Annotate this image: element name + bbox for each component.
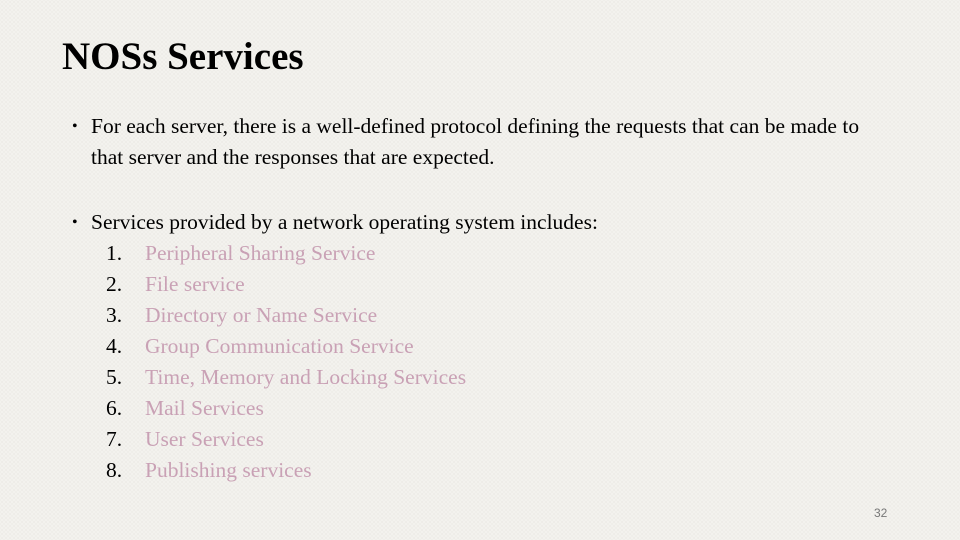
bullet-text: For each server, there is a well-defined…: [91, 114, 860, 169]
list-item: 6. Mail Services: [106, 393, 466, 424]
list-number: 8.: [106, 458, 123, 482]
list-item: 3. Directory or Name Service: [106, 300, 466, 331]
list-label: Mail Services: [145, 396, 264, 420]
list-item: 4. Group Communication Service: [106, 331, 466, 362]
list-label: File service: [145, 272, 245, 296]
slide-title: NOSs Services: [62, 35, 304, 78]
list-item: 2. File service: [106, 269, 466, 300]
list-item: 1. Peripheral Sharing Service: [106, 238, 466, 269]
bullet-marker: •: [72, 214, 78, 231]
bullet-marker: •: [72, 118, 78, 135]
list-number: 4.: [106, 334, 123, 358]
list-number: 1.: [106, 241, 123, 265]
list-label: Group Communication Service: [145, 334, 414, 358]
list-label: User Services: [145, 427, 264, 451]
list-number: 7.: [106, 427, 123, 451]
list-label: Time, Memory and Locking Services: [145, 365, 467, 389]
list-item: 7. User Services: [106, 424, 466, 455]
page-number: 32: [874, 506, 888, 520]
list-item: 5. Time, Memory and Locking Services: [106, 362, 466, 393]
list-number: 3.: [106, 303, 123, 327]
bullet-protocol: • For each server, there is a well-defin…: [72, 111, 892, 173]
bullet-services-intro: • Services provided by a network operati…: [72, 207, 892, 238]
list-label: Publishing services: [145, 458, 312, 482]
bullet-text: Services provided by a network operating…: [91, 210, 598, 234]
services-list: 1. Peripheral Sharing Service 2. File serv…: [106, 238, 466, 486]
list-number: 6.: [106, 396, 123, 420]
list-label: Peripheral Sharing Service: [145, 241, 376, 265]
list-number: 5.: [106, 365, 123, 389]
list-number: 2.: [106, 272, 123, 296]
list-label: Directory or Name Service: [145, 303, 378, 327]
list-item: 8. Publishing services: [106, 455, 466, 486]
